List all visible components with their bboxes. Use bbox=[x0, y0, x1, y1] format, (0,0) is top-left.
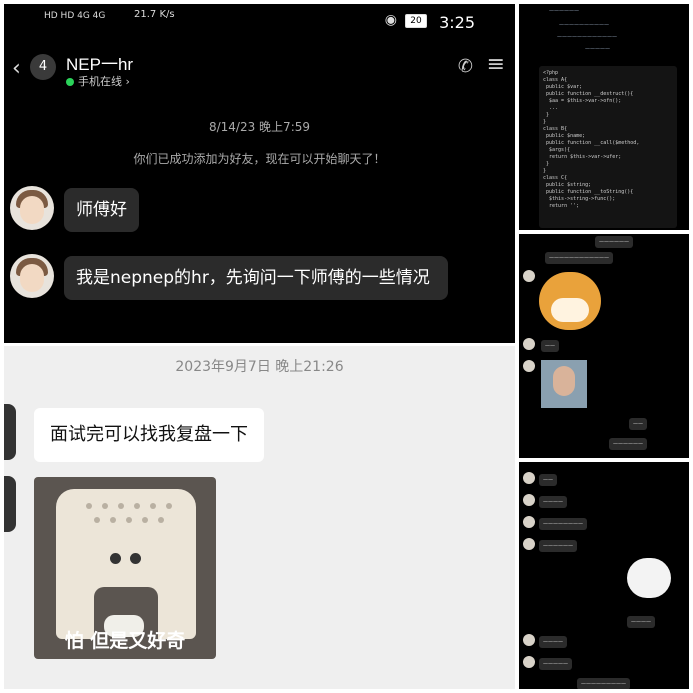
message-bubble[interactable]: ———— bbox=[539, 636, 567, 648]
message-bubble[interactable]: ————————— bbox=[577, 678, 630, 689]
network-indicators: HD HD 4G 4G bbox=[44, 11, 106, 21]
timestamp: 2023年9月7日 晚上21:26 bbox=[175, 359, 344, 375]
avatar[interactable] bbox=[10, 186, 54, 230]
online-dot-icon bbox=[66, 78, 74, 86]
avatar[interactable] bbox=[523, 338, 535, 350]
tiny-text: —————————— bbox=[559, 22, 609, 28]
chevron-right-icon: › bbox=[125, 75, 130, 88]
phone-icon[interactable]: ✆ bbox=[458, 56, 473, 77]
message-bubble[interactable]: ———————— bbox=[539, 518, 587, 530]
system-note: 你们已成功添加为好友，现在可以开始聊天了！ bbox=[133, 152, 386, 166]
avatar[interactable] bbox=[523, 538, 535, 550]
sticker-image[interactable]: 怕 但是又好奇 bbox=[34, 477, 216, 659]
avatar[interactable] bbox=[523, 360, 535, 372]
eye-icon: ◉ bbox=[384, 12, 397, 28]
battery-indicator: 20 bbox=[405, 14, 427, 28]
message-bubble[interactable]: —————— bbox=[539, 540, 577, 552]
message-bubble[interactable]: —————— bbox=[609, 438, 647, 450]
collage: HD HD 4G 4G 21.7 K/s ◉ 20 3:25 ‹ 4 NEP一h… bbox=[0, 0, 693, 693]
avatar[interactable] bbox=[10, 254, 54, 298]
message-bubble[interactable]: ————— bbox=[539, 658, 572, 670]
avatar[interactable] bbox=[523, 516, 535, 528]
code-block: <?php class A{ public $var; public funct… bbox=[539, 66, 677, 228]
message-bubble[interactable]: —————— bbox=[595, 236, 633, 248]
message-bubble[interactable]: 师傅好 bbox=[64, 188, 139, 232]
avatar[interactable] bbox=[523, 472, 535, 484]
status-bar: HD HD 4G 4G 21.7 K/s ◉ 20 3:25 bbox=[4, 4, 515, 40]
unread-count-badge[interactable]: 4 bbox=[30, 54, 56, 80]
menu-icon[interactable]: ≡ bbox=[487, 52, 505, 77]
message-bubble[interactable]: —— bbox=[541, 340, 559, 352]
network-speed: 21.7 K/s bbox=[134, 9, 175, 20]
message-bubble[interactable]: —— bbox=[539, 474, 557, 486]
tiny-text: ———————————— bbox=[557, 34, 617, 40]
clock: 3:25 bbox=[439, 13, 475, 32]
sticker-caption: 怕 但是又好奇 bbox=[64, 630, 186, 652]
message-bubble[interactable]: —— bbox=[629, 418, 647, 430]
avatar-partial[interactable] bbox=[4, 404, 16, 460]
thumbnail-sticker-chat: —————— ———————————— —— —— —————— bbox=[519, 234, 689, 458]
online-status[interactable]: 手机在线 › bbox=[66, 73, 130, 89]
avatar[interactable] bbox=[523, 270, 535, 282]
timestamp: 8/14/23 晚上7:59 bbox=[208, 120, 311, 134]
contact-name: NEP一hr bbox=[66, 55, 134, 74]
back-icon[interactable]: ‹ bbox=[12, 56, 21, 81]
sheep-sticker[interactable] bbox=[627, 558, 671, 598]
chat-screenshot-light: 2023年9月7日 晚上21:26 面试完可以找我复盘一下 怕 但是又好奇 bbox=[4, 346, 515, 689]
avatar[interactable] bbox=[523, 494, 535, 506]
message-bubble[interactable]: ———————————— bbox=[545, 252, 613, 264]
message-bubble[interactable]: 面试完可以找我复盘一下 bbox=[34, 408, 264, 462]
avatar[interactable] bbox=[523, 656, 535, 668]
message-bubble[interactable]: ———— bbox=[539, 496, 567, 508]
tiny-text: ————— bbox=[585, 46, 610, 52]
thumbnail-code-chat: —————— —————————— ———————————— ————— <?p… bbox=[519, 4, 689, 230]
online-label: 手机在线 bbox=[78, 75, 122, 88]
message-bubble[interactable]: ———— bbox=[627, 616, 655, 628]
thumbnail-text-chat: —— ———— ———————— —————— ———— ———— ————— … bbox=[519, 462, 689, 689]
tiny-text: —————— bbox=[549, 8, 579, 14]
message-bubble[interactable]: 我是nepnep的hr，先询问一下师傅的一些情况 bbox=[64, 256, 448, 300]
avatar[interactable] bbox=[523, 634, 535, 646]
photo-sticker[interactable] bbox=[541, 360, 587, 408]
avatar-partial[interactable] bbox=[4, 476, 16, 532]
dog-sticker[interactable] bbox=[539, 272, 601, 330]
chat-screenshot-dark: HD HD 4G 4G 21.7 K/s ◉ 20 3:25 ‹ 4 NEP一h… bbox=[4, 4, 515, 343]
chat-header: ‹ 4 NEP一hr 手机在线 › ✆ ≡ bbox=[4, 44, 515, 92]
